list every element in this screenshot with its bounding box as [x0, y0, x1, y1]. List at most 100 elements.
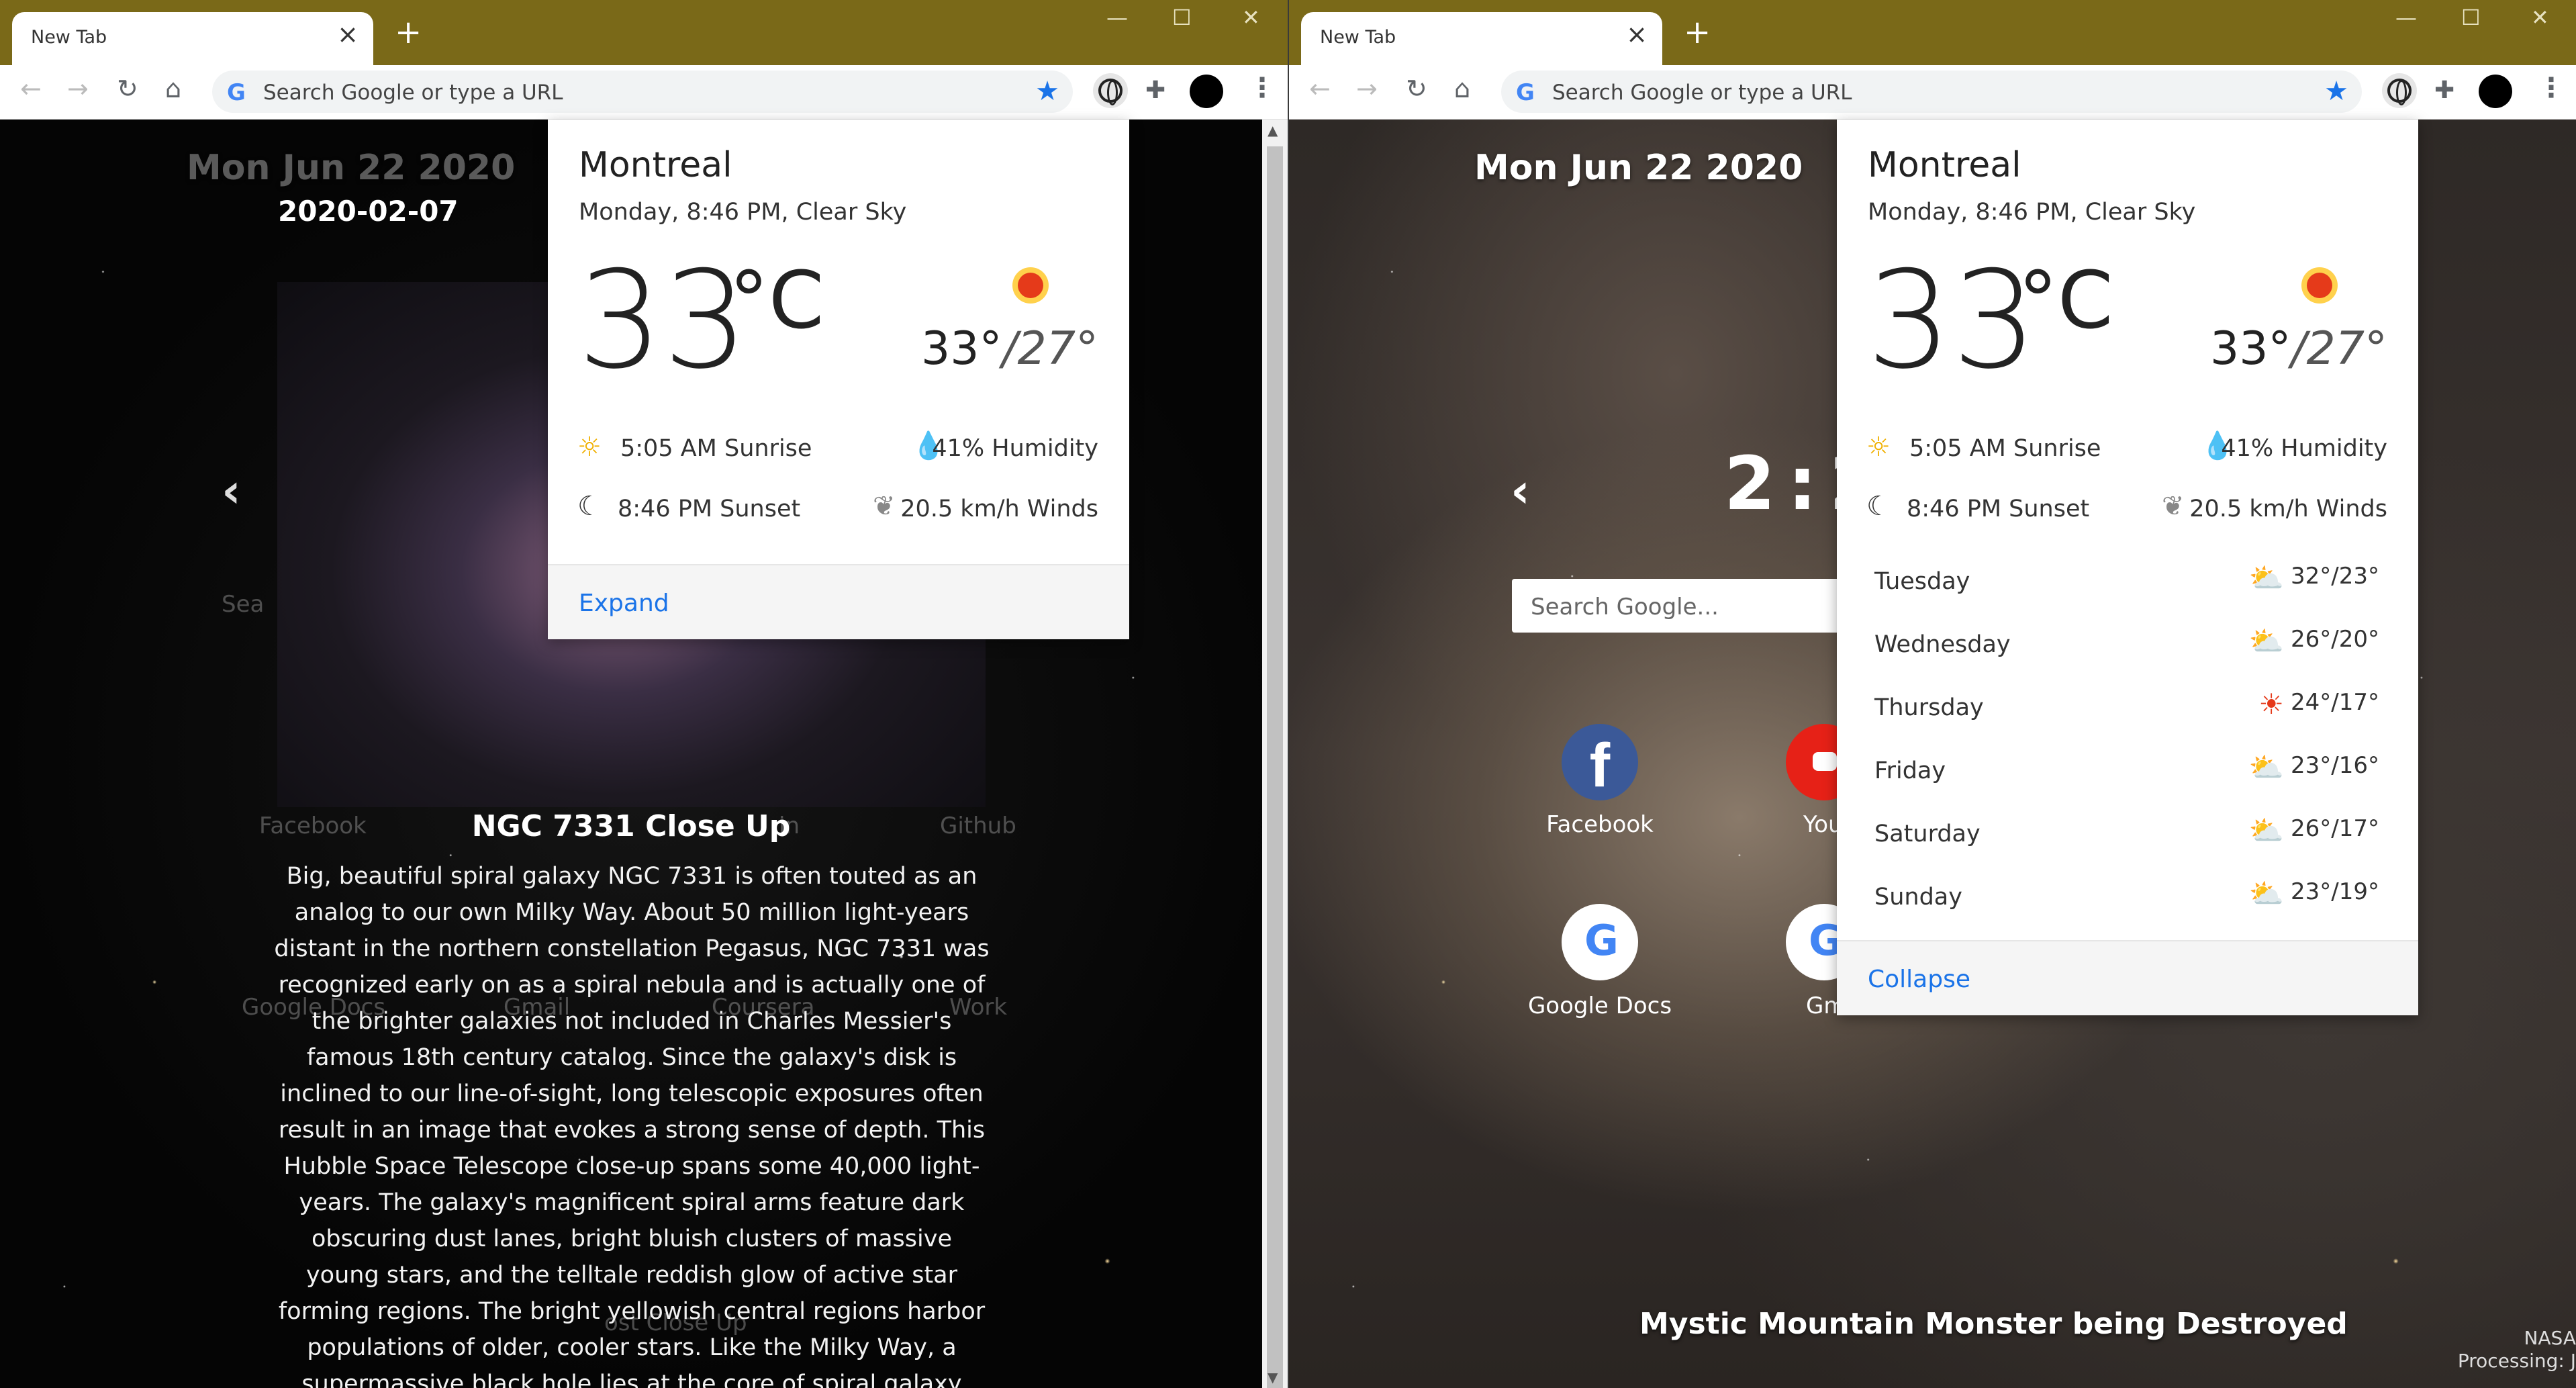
tab-new-tab[interactable]: New Tab ×: [1301, 12, 1662, 65]
temperature-unit: °C: [2018, 254, 2113, 346]
apod-title: NGC 7331 Close Up: [471, 809, 791, 843]
forecast-temp: 24°/17°: [2291, 689, 2379, 716]
maximize-button[interactable]: ☐: [2461, 7, 2481, 28]
wind-leaf-icon: ❦: [873, 491, 896, 522]
forecast-temp: 32°/23°: [2291, 563, 2379, 590]
credit-processing: Processing: J: [2457, 1350, 2576, 1372]
humidity-value: 41% Humidity: [932, 435, 1098, 462]
close-tab-icon[interactable]: ×: [1626, 21, 1648, 47]
forecast-day: Thursday: [1874, 694, 1984, 721]
sunset-time: 8:46 PM Sunset: [1907, 496, 2090, 522]
profile-avatar[interactable]: [1190, 75, 1223, 108]
omnibox-placeholder: Search Google or type a URL: [263, 81, 563, 105]
page-scrollbar[interactable]: ▲ ▼: [1262, 120, 1288, 1388]
background-caption: Mystic Mountain Monster being Destroyed: [1639, 1307, 2348, 1341]
profile-avatar[interactable]: [2479, 75, 2512, 108]
extensions-puzzle-icon[interactable]: ✚: [2434, 79, 2454, 103]
apod-date: 2020-02-07: [278, 195, 459, 228]
apod-description: Big, beautiful spiral galaxy NGC 7331 is…: [274, 863, 990, 1388]
forward-arrow-icon[interactable]: →: [1356, 76, 1378, 101]
temperature-unit: °C: [729, 254, 824, 346]
sunset-time: 8:46 PM Sunset: [618, 496, 801, 522]
wind-speed: 20.5 km/h Winds: [900, 496, 1098, 522]
wind-leaf-icon: ❦: [2162, 491, 2185, 522]
forecast-temp: 23°/19°: [2291, 878, 2379, 905]
scrollbar-thumb[interactable]: [1267, 146, 1283, 1388]
forecast-temp: 26°/20°: [2291, 626, 2379, 653]
shortcut-label-google-docs[interactable]: Google Docs: [1519, 992, 1680, 1019]
credit-nasa: NASA: [2524, 1327, 2576, 1349]
back-arrow-icon[interactable]: ←: [20, 76, 42, 101]
home-icon[interactable]: ⌂: [165, 76, 181, 101]
humidity-value: 41% Humidity: [2221, 435, 2387, 462]
minimize-button[interactable]: —: [2395, 7, 2417, 28]
rain-sun-icon: ⛅: [2248, 814, 2284, 847]
high-low-temperature: 33°/27°: [921, 322, 1098, 375]
close-window-button[interactable]: ✕: [2531, 7, 2549, 28]
previous-chevron-icon[interactable]: ‹: [1511, 463, 1530, 518]
back-arrow-icon[interactable]: ←: [1309, 76, 1331, 101]
weather-summary: Monday, 8:46 PM, Clear Sky: [1868, 199, 2196, 226]
maximize-button[interactable]: ☐: [1172, 7, 1192, 28]
previous-chevron-icon[interactable]: ‹: [222, 463, 241, 518]
tab-title: New Tab: [31, 27, 107, 48]
rain-sun-icon: ⛅: [2248, 624, 2284, 657]
tab-new-tab[interactable]: New Tab ×: [12, 12, 373, 65]
omnibox-placeholder: Search Google or type a URL: [1552, 81, 1852, 105]
sunrise-time: 5:05 AM Sunrise: [1909, 435, 2101, 462]
expand-link[interactable]: Expand: [579, 590, 669, 617]
home-icon[interactable]: ⌂: [1454, 76, 1470, 101]
high-low-temperature: 33°/27°: [2210, 322, 2387, 375]
shortcut-label-facebook[interactable]: Facebook: [1519, 811, 1680, 838]
omnibox[interactable]: G Search Google or type a URL ★: [212, 71, 1073, 113]
google-icon: G: [1516, 79, 1535, 106]
reload-icon[interactable]: ↻: [1406, 76, 1427, 101]
close-window-button[interactable]: ✕: [1242, 7, 1260, 28]
google-docs-shortcut-icon[interactable]: G: [1562, 904, 1638, 980]
minimize-button[interactable]: —: [1106, 7, 1128, 28]
rain-sun-icon: ⛅: [2248, 561, 2284, 594]
menu-kebab-icon[interactable]: ⋮: [2538, 75, 2565, 101]
globe-icon: [1098, 79, 1123, 105]
scroll-up-arrow-icon[interactable]: ▲: [1268, 122, 1278, 138]
tab-strip: New Tab × + — ☐ ✕: [0, 0, 1288, 65]
forward-arrow-icon[interactable]: →: [67, 76, 89, 101]
rain-sun-icon: ⛅: [2248, 751, 2284, 784]
forecast-day: Friday: [1874, 757, 1946, 784]
new-tab-button[interactable]: +: [1684, 16, 1711, 48]
forecast-temp: 23°/16°: [2291, 752, 2379, 779]
search-placeholder: Search Google...: [1531, 594, 1719, 620]
date-heading: Mon Jun 22 2020: [1474, 148, 1803, 188]
bookmark-star-icon[interactable]: ★: [1035, 76, 1059, 107]
current-temperature: 33: [577, 242, 749, 399]
menu-kebab-icon[interactable]: ⋮: [1249, 75, 1276, 101]
forecast-day: Tuesday: [1874, 568, 1970, 595]
close-tab-icon[interactable]: ×: [337, 21, 359, 47]
weather-city: Montreal: [1868, 145, 2021, 185]
extensions-puzzle-icon[interactable]: ✚: [1145, 79, 1165, 103]
sunrise-time: 5:05 AM Sunrise: [620, 435, 812, 462]
weather-extension-button[interactable]: [1093, 73, 1128, 108]
popup-footer: Expand: [548, 564, 1129, 639]
popup-footer: Collapse: [1837, 940, 2418, 1015]
bookmark-star-icon[interactable]: ★: [2324, 76, 2348, 107]
forecast-day: Wednesday: [1874, 631, 2011, 658]
sun-icon: [1018, 273, 1043, 298]
collapse-link[interactable]: Collapse: [1868, 966, 1970, 993]
omnibox[interactable]: G Search Google or type a URL ★: [1501, 71, 2362, 113]
facebook-shortcut-icon[interactable]: f: [1562, 724, 1638, 800]
weather-extension-button[interactable]: [2382, 73, 2417, 108]
tab-title: New Tab: [1320, 27, 1396, 48]
search-input[interactable]: Search Google...: [1512, 579, 1861, 633]
browser-toolbar: ← → ↻ ⌂ G Search Google or type a URL ★ …: [1289, 65, 2576, 120]
sun-icon: [2307, 273, 2332, 298]
new-tab-button[interactable]: +: [395, 16, 422, 48]
reload-icon[interactable]: ↻: [117, 76, 138, 101]
date-heading: Mon Jun 22 2020: [187, 148, 516, 188]
forecast-day: Saturday: [1874, 821, 1981, 847]
scroll-down-arrow-icon[interactable]: ▼: [1268, 1369, 1278, 1385]
forecast-temp: 26°/17°: [2291, 815, 2379, 842]
moon-icon: ☾: [1866, 491, 1891, 522]
wind-speed: 20.5 km/h Winds: [2189, 496, 2387, 522]
browser-toolbar: ← → ↻ ⌂ G Search Google or type a URL ★ …: [0, 65, 1288, 120]
